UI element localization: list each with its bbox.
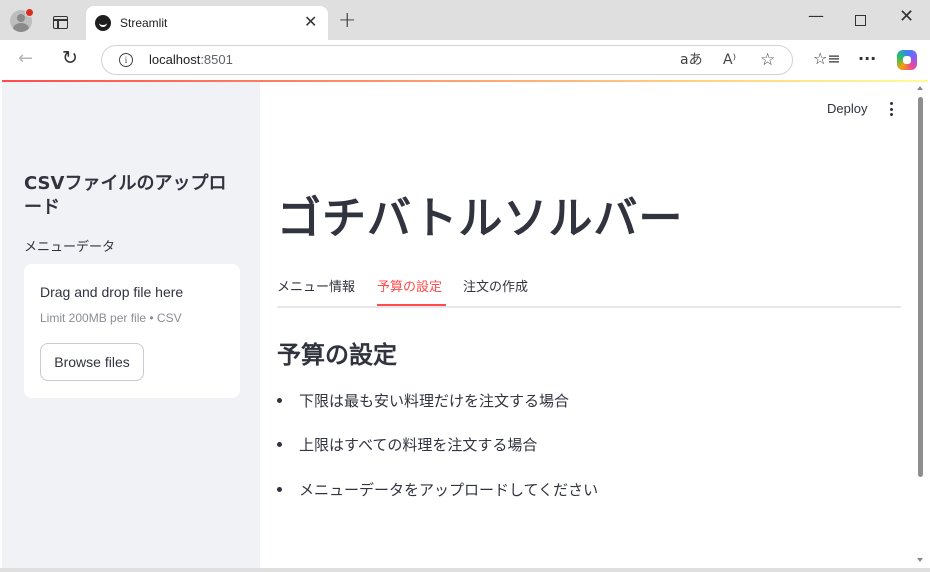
copilot-icon[interactable]: [897, 50, 917, 70]
dropzone-limit: Limit 200MB per file • CSV: [40, 311, 182, 325]
tab-budget-settings[interactable]: 予算の設定: [377, 276, 442, 295]
site-info-icon[interactable]: i: [119, 53, 133, 67]
maximize-icon[interactable]: [855, 15, 866, 26]
tab-menu-info[interactable]: メニュー情報: [277, 276, 355, 295]
url-port: :8501: [200, 52, 233, 67]
url-host: localhost: [149, 52, 201, 67]
profile-avatar[interactable]: [10, 8, 34, 32]
tab-close-icon[interactable]: ✕: [304, 14, 317, 30]
browser-tab-bar: Streamlit ✕ + — ✕: [0, 0, 930, 40]
url-text: localhost:8501: [149, 52, 233, 67]
list-item-text: メニューデータをアップロードしてください: [299, 481, 599, 499]
reload-icon[interactable]: ↻: [62, 49, 78, 68]
tab-list: メニュー情報 予算の設定 注文の作成: [277, 272, 901, 308]
more-options-icon[interactable]: ···: [858, 51, 876, 67]
address-bar[interactable]: i localhost:8501 aあ A⁾ ☆: [101, 45, 793, 75]
app-viewport: CSVファイルのアップロード メニューデータ Drag and drop fil…: [2, 80, 928, 568]
main-content: Deploy ゴチバトルソルバー メニュー情報 予算の設定 注文の作成 予算の設…: [260, 82, 928, 568]
section-heading: 予算の設定: [277, 341, 397, 369]
uploader-label: メニューデータ: [24, 240, 116, 255]
sidebar-title: CSVファイルのアップロード: [24, 173, 227, 218]
tab-actions-icon[interactable]: [53, 16, 68, 29]
dropzone-instructions: Drag and drop file here: [40, 284, 184, 300]
favorite-star-icon[interactable]: ☆: [760, 51, 775, 69]
scrollbar-thumb[interactable]: [918, 97, 923, 477]
main-menu-icon[interactable]: [890, 102, 894, 116]
notification-dot: [25, 8, 34, 17]
scroll-down-arrow-icon[interactable]: [917, 558, 923, 562]
read-aloud-icon[interactable]: A⁾: [723, 51, 736, 69]
favorites-list-icon[interactable]: ☆≡: [813, 51, 841, 67]
streamlit-favicon-icon: [95, 15, 111, 31]
window-close-icon[interactable]: ✕: [899, 8, 914, 26]
window-bottom-edge: [0, 568, 930, 572]
active-tab-indicator: [377, 304, 446, 306]
sidebar: CSVファイルのアップロード メニューデータ Drag and drop fil…: [2, 82, 260, 568]
list-item-text: 上限はすべての料理を注文する場合: [299, 436, 538, 454]
minimize-icon[interactable]: —: [808, 8, 824, 24]
scroll-up-arrow-icon[interactable]: [917, 86, 923, 90]
bullet-dot-icon: [277, 398, 282, 403]
new-tab-icon[interactable]: +: [338, 10, 356, 32]
vertical-scrollbar[interactable]: [915, 82, 926, 568]
bullet-dot-icon: [277, 442, 282, 447]
browse-files-button[interactable]: Browse files: [40, 343, 144, 381]
deploy-button[interactable]: Deploy: [827, 101, 867, 116]
list-item-text: 下限は最も安い料理だけを注文する場合: [299, 392, 570, 410]
translate-icon[interactable]: aあ: [680, 51, 703, 69]
back-arrow-icon[interactable]: ←: [18, 50, 33, 68]
browser-nav-bar: ← ↻ i localhost:8501 aあ A⁾ ☆ ☆≡ ···: [0, 40, 930, 80]
file-uploader-dropzone[interactable]: Drag and drop file here Limit 200MB per …: [24, 264, 240, 398]
tab-create-order[interactable]: 注文の作成: [463, 276, 528, 295]
tab-title: Streamlit: [120, 16, 168, 30]
bullet-dot-icon: [277, 487, 282, 492]
page-title: ゴチバトルソルバー: [277, 193, 684, 244]
browser-tab-streamlit[interactable]: Streamlit ✕: [86, 6, 328, 40]
